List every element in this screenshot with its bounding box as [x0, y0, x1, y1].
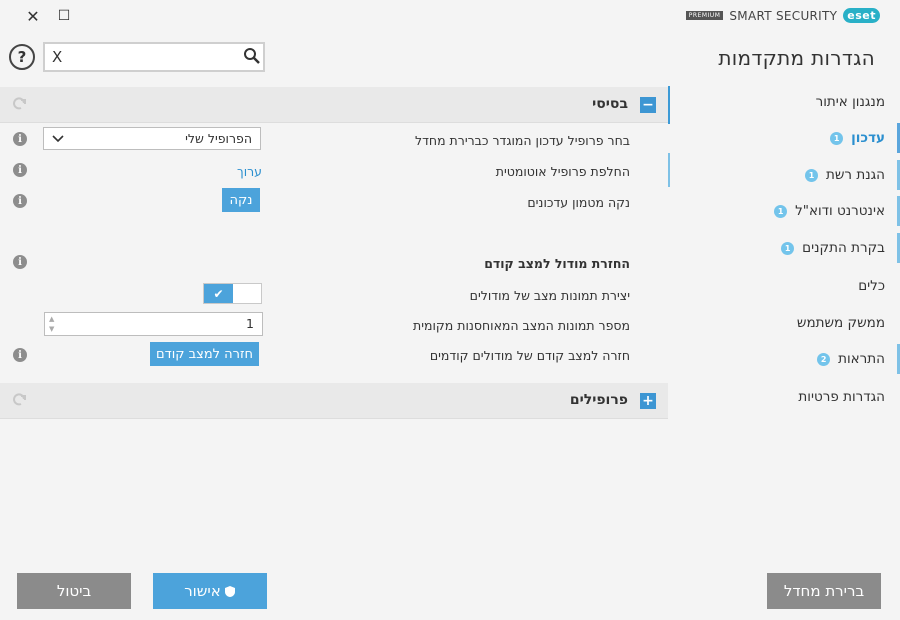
section-header-basic[interactable]: − בסיסי — [0, 87, 668, 123]
check-icon: ✔ — [204, 284, 233, 303]
eset-logo: eset — [843, 8, 880, 23]
info-icon[interactable]: i — [13, 348, 27, 362]
sidebar-item-user-interface[interactable]: ממשק משתמש — [670, 308, 900, 338]
sidebar-item-update[interactable]: עדכון 1 — [670, 123, 900, 153]
sidebar-item-label: ממשק משתמש — [796, 315, 885, 331]
info-icon[interactable]: i — [13, 194, 27, 208]
sidebar-item-network-protection[interactable]: הגנת רשת 1 — [670, 160, 900, 190]
chevron-down-icon — [52, 134, 64, 142]
rollback-heading: החזרת מודול למצב קודם — [484, 256, 630, 271]
snapshots-label: יצירת תמונות מצב של מודולים — [469, 288, 630, 303]
default-button[interactable]: ברירת מחדל — [767, 573, 881, 609]
shield-icon — [224, 585, 235, 597]
update-profile-select[interactable]: הפרופיל שלי — [43, 127, 261, 150]
sidebar-item-label: התראות — [838, 351, 885, 367]
ok-button[interactable]: אישור — [153, 573, 267, 609]
search-box[interactable]: X — [43, 42, 265, 72]
search-input[interactable] — [71, 46, 237, 68]
active-section-indicator — [668, 86, 670, 124]
page-title: הגדרות מתקדמות — [718, 46, 875, 70]
update-profile-label: בחר פרופיל עדכון המוגדר כברירת מחדל — [415, 133, 630, 148]
expand-icon[interactable]: + — [640, 393, 656, 409]
revert-label: חזרה למצב קודם של מודולים קודמים — [429, 348, 630, 363]
sidebar-item-tools[interactable]: כלים — [670, 271, 900, 301]
sidebar-item-label: כלים — [858, 278, 885, 294]
snapshot-count-stepper[interactable]: ▲ ▼ 1 — [44, 312, 263, 336]
clear-search-icon[interactable]: X — [52, 48, 62, 66]
count-badge: 1 — [774, 204, 788, 218]
snapshots-toggle[interactable]: ✔ — [203, 283, 262, 304]
close-icon[interactable]: ✕ — [23, 6, 43, 26]
cancel-button[interactable]: ביטול — [17, 573, 131, 609]
maximize-icon[interactable]: ☐ — [54, 6, 74, 26]
count-badge: 1 — [804, 168, 818, 182]
sidebar-item-label: הגדרות פרטיות — [798, 389, 885, 405]
help-icon[interactable]: ? — [9, 44, 35, 70]
section-title: פרופילים — [569, 392, 628, 408]
sidebar-item-label: אינטרנט ודוא"ל — [795, 203, 885, 219]
edit-auto-switch-link[interactable]: ערוך — [237, 164, 262, 179]
sidebar-item-device-control[interactable]: בקרת התקנים 1 — [670, 233, 900, 263]
changed-setting-indicator — [668, 153, 670, 187]
count-badge: 1 — [781, 241, 795, 255]
clear-cache-label: נקה מטמון עדכונים — [527, 195, 630, 210]
section-title: בסיסי — [592, 96, 628, 112]
count-badge: 1 — [830, 131, 844, 145]
increment-icon[interactable]: ▲ — [49, 315, 59, 323]
clear-cache-button[interactable]: נקה — [222, 188, 260, 212]
revert-button[interactable]: חזרה למצב קודם — [150, 342, 259, 366]
revert-section-icon[interactable] — [12, 97, 28, 113]
sidebar-item-label: הגנת רשת — [825, 167, 885, 183]
snapshot-count-value[interactable]: 1 — [246, 316, 254, 331]
sidebar-item-web-email[interactable]: אינטרנט ודוא"ל 1 — [670, 196, 900, 226]
sidebar-item-label: מנגנון איתור — [815, 94, 885, 110]
collapse-icon[interactable]: − — [640, 97, 656, 113]
edition-badge: PREMIUM — [685, 11, 724, 20]
sidebar-item-privacy-settings[interactable]: הגדרות פרטיות — [670, 382, 900, 412]
ok-button-label: אישור — [184, 582, 221, 600]
decrement-icon[interactable]: ▼ — [49, 325, 59, 333]
info-icon[interactable]: i — [13, 255, 27, 269]
snapshot-count-label: מספר תמונות המצב המאוחסנות מקומית — [413, 318, 630, 333]
auto-switch-label: החלפת פרופיל אוטומטית — [495, 164, 630, 179]
sidebar-item-detection-engine[interactable]: מנגנון איתור — [670, 87, 900, 117]
info-icon[interactable]: i — [13, 132, 27, 146]
count-badge: 2 — [817, 352, 831, 366]
product-name: SMART SECURITY — [729, 8, 838, 23]
sidebar-item-notifications[interactable]: התראות 2 — [670, 344, 900, 374]
product-logo: PREMIUM SMART SECURITY eset — [685, 8, 880, 23]
selected-profile: הפרופיל שלי — [185, 131, 252, 146]
revert-section-icon[interactable] — [12, 393, 28, 409]
sidebar-item-label: עדכון — [851, 130, 885, 146]
search-icon[interactable] — [243, 47, 261, 65]
info-icon[interactable]: i — [13, 163, 27, 177]
sidebar-item-label: בקרת התקנים — [802, 240, 885, 256]
section-header-profiles[interactable]: + פרופילים — [0, 383, 668, 419]
